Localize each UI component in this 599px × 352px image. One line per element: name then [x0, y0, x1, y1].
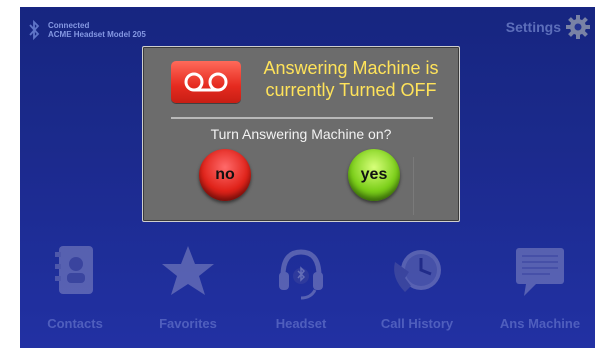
frame-left [0, 0, 20, 352]
no-button-label: no [215, 166, 235, 183]
no-button[interactable]: no [199, 149, 251, 201]
dialog-question: Turn Answering Machine on? [210, 126, 392, 142]
answering-machine-dialog: Answering Machine is currently Turned OF… [142, 46, 460, 222]
yes-button-label: yes [360, 166, 388, 183]
dialog-divider [171, 117, 433, 119]
tape-icon [171, 61, 241, 103]
dialog-edge-line [413, 157, 414, 215]
yes-button[interactable]: yes [348, 149, 400, 201]
frame-top [0, 0, 599, 7]
dialog-title-line1: Answering Machine is [263, 58, 439, 78]
frame-bottom [0, 348, 599, 352]
dialog-title: Answering Machine is currently Turned OF… [251, 57, 451, 101]
dialog-title-line2: currently Turned OFF [265, 80, 437, 100]
tape-reels-icon [184, 72, 228, 92]
frame-right [595, 0, 599, 352]
